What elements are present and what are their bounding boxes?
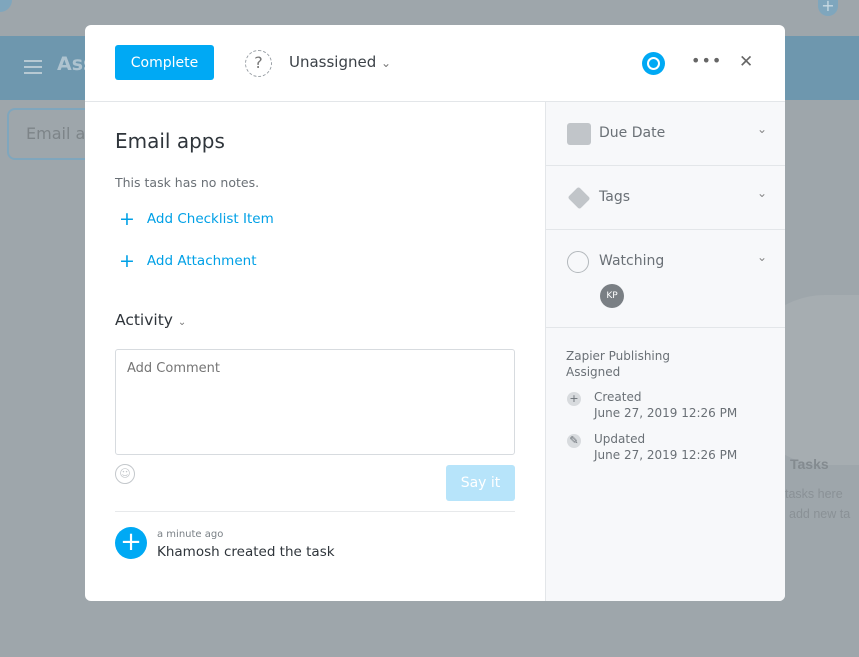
empty-title: Tasks [790, 456, 829, 472]
project-info: Zapier Publishing Assigned [566, 348, 670, 380]
comment-input[interactable] [115, 349, 515, 455]
activity-toggle[interactable]: Activity ⌄ [115, 311, 186, 329]
activity-time: a minute ago [157, 529, 224, 540]
close-icon[interactable]: ✕ [739, 52, 753, 72]
task-title[interactable]: Email apps [115, 129, 225, 153]
tag-icon [567, 186, 591, 210]
watching-label: Watching [599, 253, 665, 269]
task-modal: Complete ? Unassigned ⌄ ••• ✕ Email apps… [85, 25, 785, 601]
updated-date: June 27, 2019 12:26 PM [594, 448, 738, 462]
add-attachment-label: Add Attachment [146, 253, 257, 269]
divider [115, 511, 515, 512]
chevron-down-icon: ⌄ [177, 317, 187, 328]
tags-label: Tags [599, 189, 630, 205]
more-icon[interactable]: ••• [691, 51, 722, 70]
chevron-down-icon: ⌄ [756, 122, 767, 136]
complete-button[interactable]: Complete [115, 45, 214, 80]
plus-icon: + [119, 208, 135, 230]
calendar-icon [567, 123, 591, 145]
activity-label: Activity [115, 311, 173, 329]
add-checklist-label: Add Checklist Item [146, 211, 274, 227]
info-icon [0, 0, 12, 12]
empty-text: add new ta [789, 507, 851, 521]
assignee-label: Unassigned [289, 53, 377, 71]
assignee-dropdown[interactable]: Unassigned ⌄ [289, 53, 391, 71]
modal-header: Complete ? Unassigned ⌄ ••• ✕ [85, 25, 785, 102]
project-name: Zapier Publishing [566, 349, 670, 363]
activity-text: Khamosh created the task [157, 544, 335, 560]
menu-icon [18, 56, 42, 76]
eye-icon [567, 251, 589, 273]
updated-info: Updated June 27, 2019 12:26 PM [594, 431, 737, 463]
plus-icon: + [119, 250, 135, 272]
emoji-icon[interactable]: ☺ [115, 464, 135, 484]
watcher-avatar[interactable]: KP [600, 284, 624, 308]
created-label: Created [594, 390, 642, 404]
unassigned-avatar-icon[interactable]: ? [245, 50, 272, 77]
add-checklist-item-link[interactable]: + Add Checklist Item [119, 208, 274, 230]
say-it-button[interactable]: Say it [446, 465, 515, 501]
due-date-section[interactable]: Due Date ⌄ [546, 102, 785, 166]
task-notes[interactable]: This task has no notes. [115, 175, 259, 190]
chevron-down-icon: ⌄ [381, 56, 392, 70]
empty-text: tasks here [785, 487, 843, 501]
due-date-label: Due Date [599, 125, 666, 141]
add-attachment-link[interactable]: + Add Attachment [119, 250, 257, 272]
created-icon: + [567, 392, 581, 406]
task-main: Email apps This task has no notes. + Add … [85, 102, 545, 601]
assigned-label: Assigned [566, 365, 621, 379]
tags-section[interactable]: Tags ⌄ [546, 166, 785, 230]
updated-label: Updated [594, 432, 646, 446]
created-plus-icon: + [115, 527, 147, 559]
chevron-down-icon: ⌄ [756, 250, 767, 264]
watch-icon[interactable] [642, 52, 665, 75]
pencil-icon: ✎ [567, 434, 581, 448]
task-sidebar: Due Date ⌄ Tags ⌄ Watching ⌄ KP Zapier Publi… [545, 102, 785, 601]
created-date: June 27, 2019 12:26 PM [594, 406, 738, 420]
created-info: Created June 27, 2019 12:26 PM [594, 389, 737, 421]
watching-section[interactable]: Watching ⌄ KP [546, 230, 785, 328]
chevron-down-icon: ⌄ [756, 186, 767, 200]
add-icon: + [818, 0, 838, 16]
